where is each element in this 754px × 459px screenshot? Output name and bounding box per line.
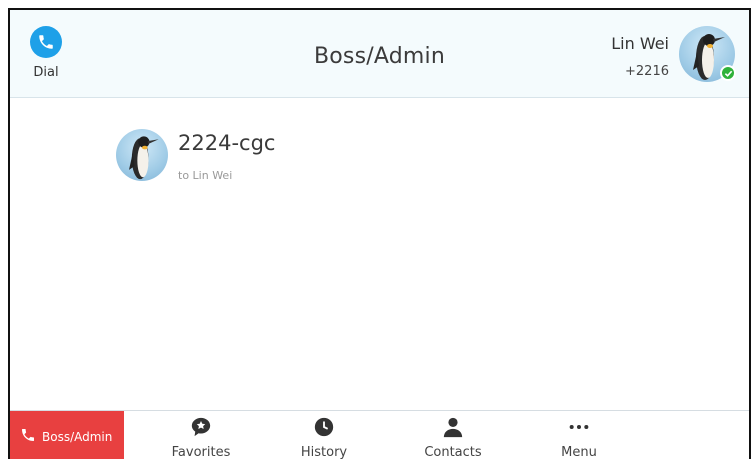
tab-boss-admin-label: Boss/Admin (42, 429, 113, 444)
call-name: 2224-cgc (178, 131, 276, 155)
call-subtitle: to Lin Wei (178, 169, 233, 182)
account-number: +2216 (625, 64, 669, 79)
tab-menu[interactable]: Menu (524, 415, 634, 459)
tab-menu-label: Menu (561, 445, 597, 459)
account-avatar[interactable] (679, 26, 736, 82)
penguin-avatar-icon (116, 129, 168, 181)
caller-avatar (116, 129, 168, 181)
bottom-nav: Boss/Admin Favorites History Contacts Me… (10, 410, 749, 459)
tab-favorites-label: Favorites (171, 445, 231, 459)
tab-history[interactable]: History (269, 415, 379, 459)
tab-boss-admin[interactable]: Boss/Admin (10, 411, 124, 459)
tab-favorites[interactable]: Favorites (146, 415, 256, 459)
top-bar: Dial Boss/Admin Lin Wei +2216 (10, 10, 749, 98)
tab-history-label: History (300, 445, 348, 459)
tab-contacts[interactable]: Contacts (398, 415, 508, 459)
account-info: Lin Wei +2216 (611, 34, 669, 79)
tab-contacts-label: Contacts (424, 445, 482, 459)
online-status-icon (720, 65, 736, 81)
account-name: Lin Wei (611, 34, 669, 53)
phone-icon (20, 427, 36, 447)
more-dots-icon (567, 415, 591, 439)
star-speech-icon (189, 415, 213, 439)
call-list-item[interactable]: 2224-cgc to Lin Wei (116, 129, 476, 189)
clock-icon (312, 415, 336, 439)
call-list: 2224-cgc to Lin Wei (10, 99, 749, 410)
phone-screen: Dial Boss/Admin Lin Wei +2216 2224-cgc t… (8, 8, 751, 459)
person-icon (441, 415, 465, 439)
